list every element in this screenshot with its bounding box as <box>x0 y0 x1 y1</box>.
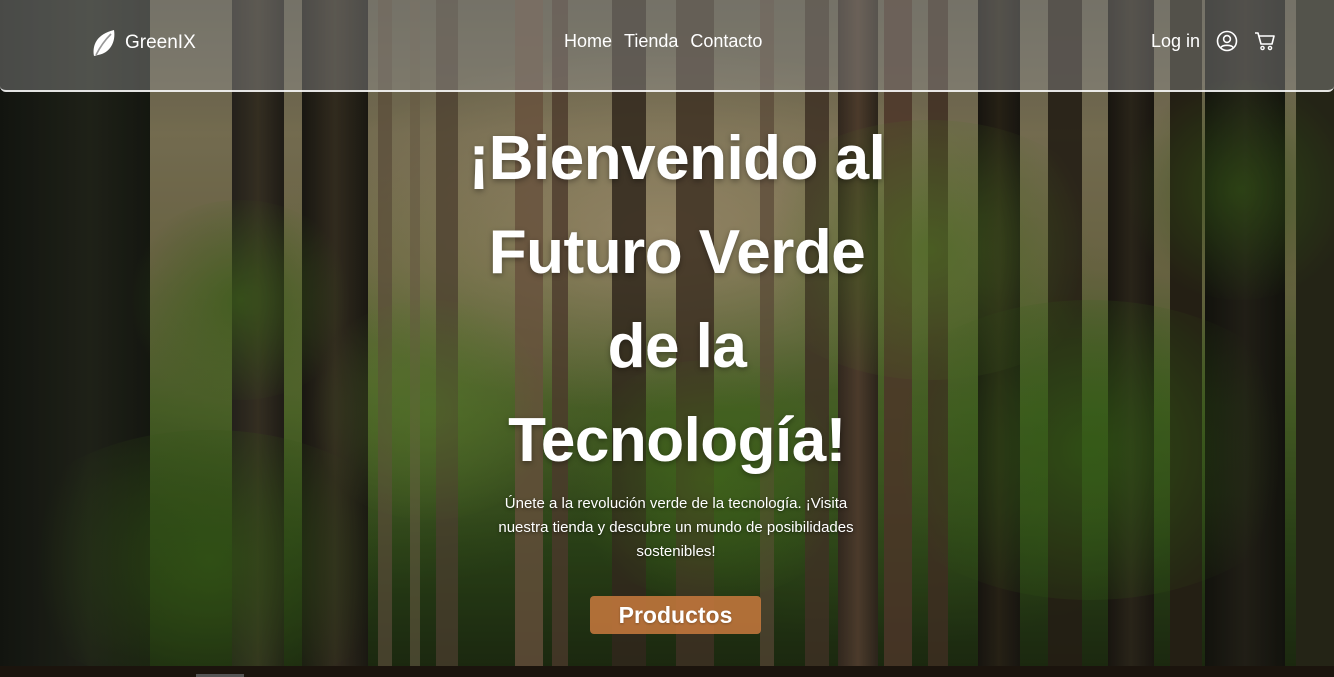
nav-links: Home Tienda Contacto <box>564 31 762 52</box>
nav-link-home[interactable]: Home <box>564 31 612 52</box>
hero-title: ¡Bienvenido al Futuro Verde de la Tecnol… <box>468 124 886 475</box>
nav-link-contacto[interactable]: Contacto <box>690 31 762 52</box>
brand-logo[interactable]: GreenIX <box>91 28 196 58</box>
shopping-cart-icon[interactable] <box>1254 30 1276 52</box>
user-circle-icon[interactable] <box>1216 30 1238 52</box>
login-link[interactable]: Log in <box>1151 31 1200 52</box>
hero-subtitle: Únete a la revolución verde de la tecnol… <box>498 495 854 560</box>
navbar: GreenIX Home Tienda Contacto Log in <box>0 0 1334 92</box>
nav-link-tienda[interactable]: Tienda <box>624 31 678 52</box>
nav-actions: Log in <box>1151 30 1276 52</box>
products-button[interactable]: Productos <box>590 596 761 634</box>
leaf-icon <box>91 28 117 58</box>
brand-name: GreenIX <box>125 32 196 53</box>
